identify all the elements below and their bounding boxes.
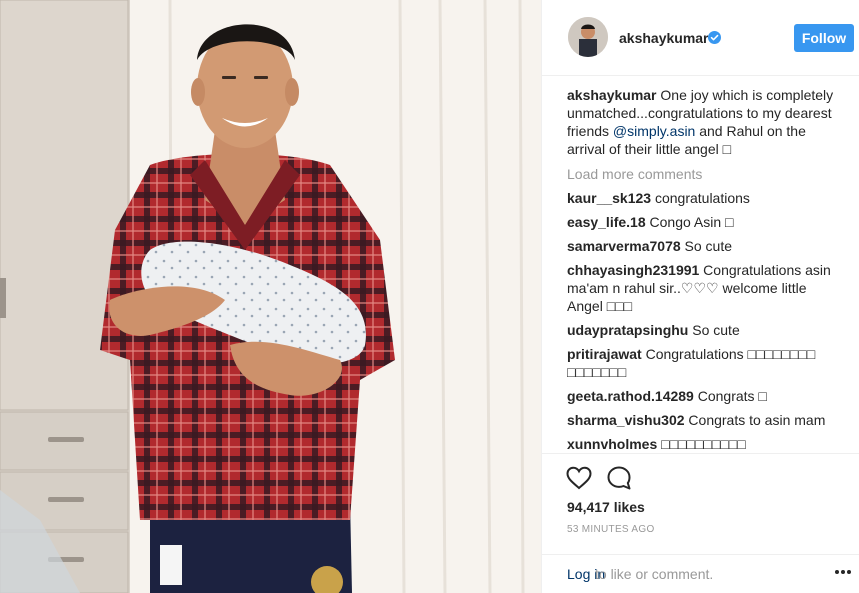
load-more-comments-link[interactable]: Load more comments [567,165,842,183]
login-prompt-text: to like or comment. [595,566,714,582]
post-timestamp[interactable]: 53 MINUTES AGO [567,524,655,535]
likes-count[interactable]: 94,417 likes [567,499,645,515]
heart-icon[interactable] [566,466,592,490]
more-options-icon[interactable] [834,569,852,575]
comment-item: easy_life.18 Congo Asin □ [567,213,842,231]
caption-username[interactable]: akshaykumar [567,87,657,103]
comment-username[interactable]: udaypratapsinghu [567,322,688,338]
caption-mention-link[interactable]: @simply.asin [613,123,695,139]
comment-text: So cute [680,238,733,254]
comment-item: udaypratapsinghu So cute [567,321,842,339]
post-footer: Log in to like or comment. [542,554,859,593]
post-sidebar: akshaykumar Follow akshaykumar One joy w… [541,0,859,593]
comment-text: So cute [688,322,740,338]
comment-username[interactable]: easy_life.18 [567,214,646,230]
comment-username[interactable]: geeta.rathod.14289 [567,388,694,404]
comments-list: akshaykumar One joy which is completely … [567,86,842,459]
follow-button[interactable]: Follow [794,24,854,52]
post-photo[interactable] [0,0,541,593]
comment-bubble-icon[interactable] [606,465,632,491]
comment-item: samarverma7078 So cute [567,237,842,255]
comment-item: pritirajawat Congratulations □□□□□□□□ □□… [567,345,842,381]
comment-item: xunnvholmes □□□□□□□□□□ [567,435,842,453]
comment-text: congratulations [651,190,750,206]
post-caption: akshaykumar One joy which is completely … [567,86,842,158]
comment-username[interactable]: pritirajawat [567,346,642,362]
verified-badge-icon [708,31,721,44]
actions-divider [542,453,859,454]
comment-username[interactable]: sharma_vishu302 [567,412,685,428]
comment-text: □□□□□□□□□□ [657,436,746,452]
comment-item: kaur__sk123 congratulations [567,189,842,207]
post-header: akshaykumar Follow [542,0,859,76]
comment-username[interactable]: kaur__sk123 [567,190,651,206]
comment-item: chhayasingh231991 Congratulations asin m… [567,261,842,315]
comment-text: Congo Asin □ [645,214,734,230]
photo-illustration [0,0,541,593]
comment-item: geeta.rathod.14289 Congrats □ [567,387,842,405]
comment-username[interactable]: samarverma7078 [567,238,681,254]
comment-item: sharma_vishu302 Congrats to asin mam [567,411,842,429]
avatar[interactable] [568,17,608,57]
avatar-image [568,17,608,57]
comment-username[interactable]: xunnvholmes [567,436,657,452]
username-link[interactable]: akshaykumar [619,30,709,46]
comment-text: Congrats to asin mam [684,412,826,428]
comment-text: Congrats □ [693,388,767,404]
comment-username[interactable]: chhayasingh231991 [567,262,699,278]
